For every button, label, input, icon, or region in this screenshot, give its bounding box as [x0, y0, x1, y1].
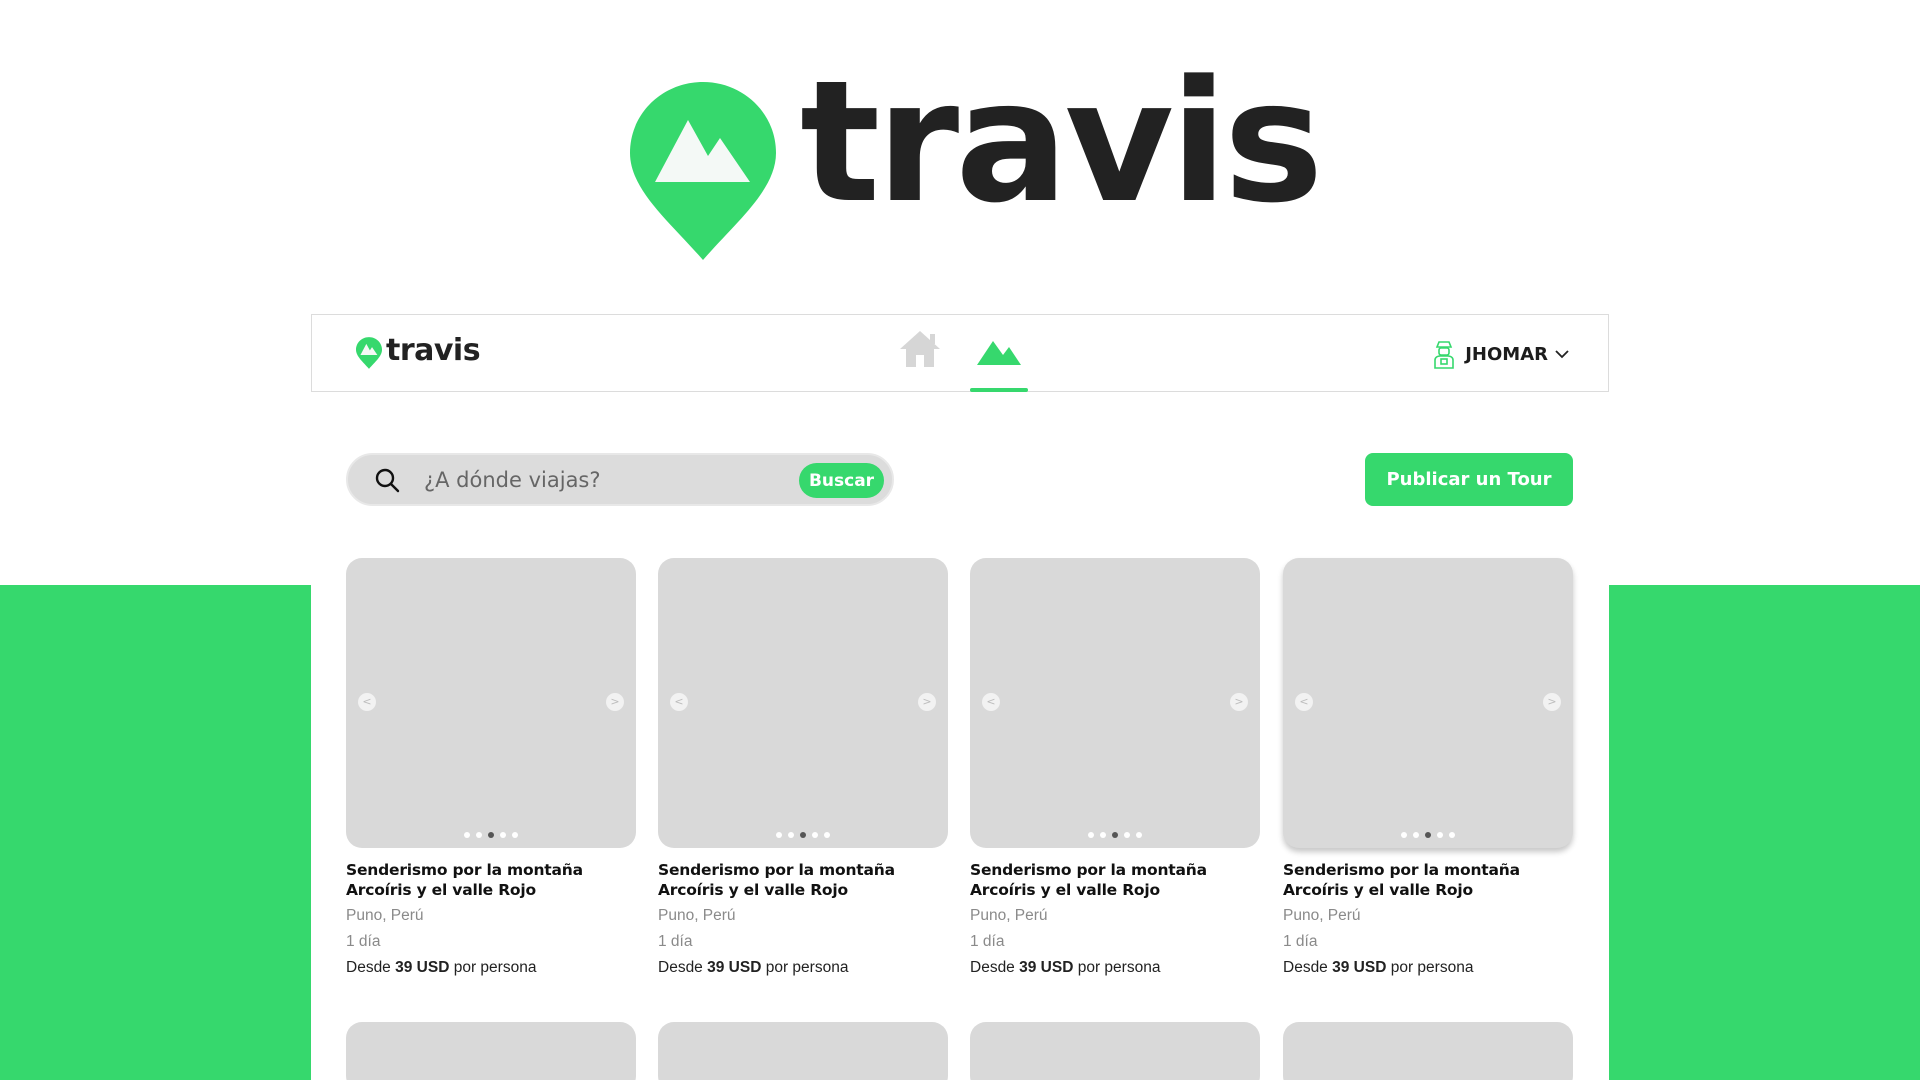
carousel-dots	[658, 832, 948, 838]
carousel-dot[interactable]	[464, 832, 470, 838]
carousel-prev-icon[interactable]: <	[358, 693, 376, 711]
tour-duration: 1 día	[970, 933, 1005, 950]
carousel-dot[interactable]	[1449, 832, 1455, 838]
price-prefix: Desde	[970, 959, 1015, 976]
price-prefix: Desde	[658, 959, 703, 976]
hero-wordmark: travis	[800, 44, 1324, 240]
carousel-dot-active[interactable]	[800, 832, 806, 838]
tour-price: Desde 39 USD por persona	[346, 958, 636, 978]
carousel-dot-active[interactable]	[488, 832, 494, 838]
tour-card-image[interactable]	[658, 1022, 948, 1080]
price-suffix: por persona	[453, 959, 537, 976]
mountain-icon[interactable]	[970, 335, 1028, 373]
tour-card[interactable]: < > Senderismo por la montaña Arcoíris y…	[658, 558, 948, 978]
hero-logo: travis	[630, 58, 1324, 260]
search-button[interactable]: Buscar	[799, 463, 884, 498]
tour-title[interactable]: Senderismo por la montaña Arcoíris y el …	[1283, 860, 1573, 900]
carousel-prev-icon[interactable]: <	[1295, 693, 1313, 711]
tour-title[interactable]: Senderismo por la montaña Arcoíris y el …	[658, 860, 948, 900]
carousel-next-icon[interactable]: >	[1230, 693, 1248, 711]
tour-card-image[interactable]: < >	[658, 558, 948, 848]
price-suffix: por persona	[1390, 959, 1474, 976]
tour-card-image[interactable]	[1283, 1022, 1573, 1080]
tour-location: Puno, Perú	[346, 907, 424, 924]
search-input[interactable]	[424, 464, 794, 496]
carousel-dot[interactable]	[1100, 832, 1106, 838]
tour-location: Puno, Perú	[1283, 907, 1361, 924]
tour-duration: 1 día	[346, 933, 381, 950]
search-icon	[375, 468, 400, 493]
carousel-next-icon[interactable]: >	[1543, 693, 1561, 711]
price-value: 39 USD	[1019, 959, 1074, 976]
price-suffix: por persona	[765, 959, 849, 976]
carousel-next-icon[interactable]: >	[606, 693, 624, 711]
carousel-dot[interactable]	[476, 832, 482, 838]
price-suffix: por persona	[1077, 959, 1161, 976]
price-value: 39 USD	[707, 959, 762, 976]
carousel-dot[interactable]	[512, 832, 518, 838]
price-value: 39 USD	[395, 959, 450, 976]
carousel-dot-active[interactable]	[1425, 832, 1431, 838]
tour-card[interactable]: < > Senderismo por la montaña Arcoíris y…	[346, 558, 636, 978]
tour-price: Desde 39 USD por persona	[1283, 958, 1573, 978]
top-navbar: travis JHOMAR	[311, 314, 1609, 392]
carousel-dot[interactable]	[1136, 832, 1142, 838]
tour-card-image[interactable]: < >	[346, 558, 636, 848]
carousel-dots	[346, 832, 636, 838]
publish-tour-button[interactable]: Publicar un Tour	[1365, 453, 1573, 506]
home-icon[interactable]	[898, 329, 942, 369]
tour-card-image[interactable]	[346, 1022, 636, 1080]
price-value: 39 USD	[1332, 959, 1387, 976]
tour-card-image[interactable]: < >	[970, 558, 1260, 848]
tour-price: Desde 39 USD por persona	[970, 958, 1260, 978]
price-prefix: Desde	[1283, 959, 1328, 976]
carousel-dot[interactable]	[788, 832, 794, 838]
chevron-down-icon	[1555, 350, 1569, 359]
carousel-prev-icon[interactable]: <	[982, 693, 1000, 711]
active-tab-indicator	[970, 388, 1028, 392]
tour-card-image[interactable]	[970, 1022, 1260, 1080]
carousel-dot[interactable]	[812, 832, 818, 838]
carousel-dot-active[interactable]	[1112, 832, 1118, 838]
carousel-dot[interactable]	[824, 832, 830, 838]
map-pin-mountain-icon	[630, 82, 776, 260]
tour-duration: 1 día	[658, 933, 693, 950]
map-pin-mountain-icon	[356, 337, 382, 369]
tour-location: Puno, Perú	[970, 907, 1048, 924]
tour-price: Desde 39 USD por persona	[658, 958, 948, 978]
carousel-dot[interactable]	[776, 832, 782, 838]
carousel-dots	[1283, 832, 1573, 838]
tour-card[interactable]: < > Senderismo por la montaña Arcoíris y…	[970, 558, 1260, 978]
search-bar: Buscar	[346, 453, 894, 506]
carousel-prev-icon[interactable]: <	[670, 693, 688, 711]
carousel-dot[interactable]	[1413, 832, 1419, 838]
tour-card-image[interactable]: < >	[1283, 558, 1573, 848]
carousel-dot[interactable]	[1124, 832, 1130, 838]
carousel-dot[interactable]	[500, 832, 506, 838]
tour-title[interactable]: Senderismo por la montaña Arcoíris y el …	[346, 860, 636, 900]
tour-duration: 1 día	[1283, 933, 1318, 950]
tour-title[interactable]: Senderismo por la montaña Arcoíris y el …	[970, 860, 1260, 900]
tour-location: Puno, Perú	[658, 907, 736, 924]
carousel-dots	[970, 832, 1260, 838]
carousel-next-icon[interactable]: >	[918, 693, 936, 711]
user-menu[interactable]: JHOMAR	[1432, 337, 1570, 371]
carousel-dot[interactable]	[1437, 832, 1443, 838]
tour-card[interactable]: < > Senderismo por la montaña Arcoíris y…	[1283, 558, 1573, 978]
user-name: JHOMAR	[1465, 343, 1548, 365]
nav-logo-text: travis	[386, 333, 481, 368]
explorer-avatar-icon	[1434, 341, 1455, 369]
carousel-dot[interactable]	[1088, 832, 1094, 838]
carousel-dot[interactable]	[1401, 832, 1407, 838]
price-prefix: Desde	[346, 959, 391, 976]
